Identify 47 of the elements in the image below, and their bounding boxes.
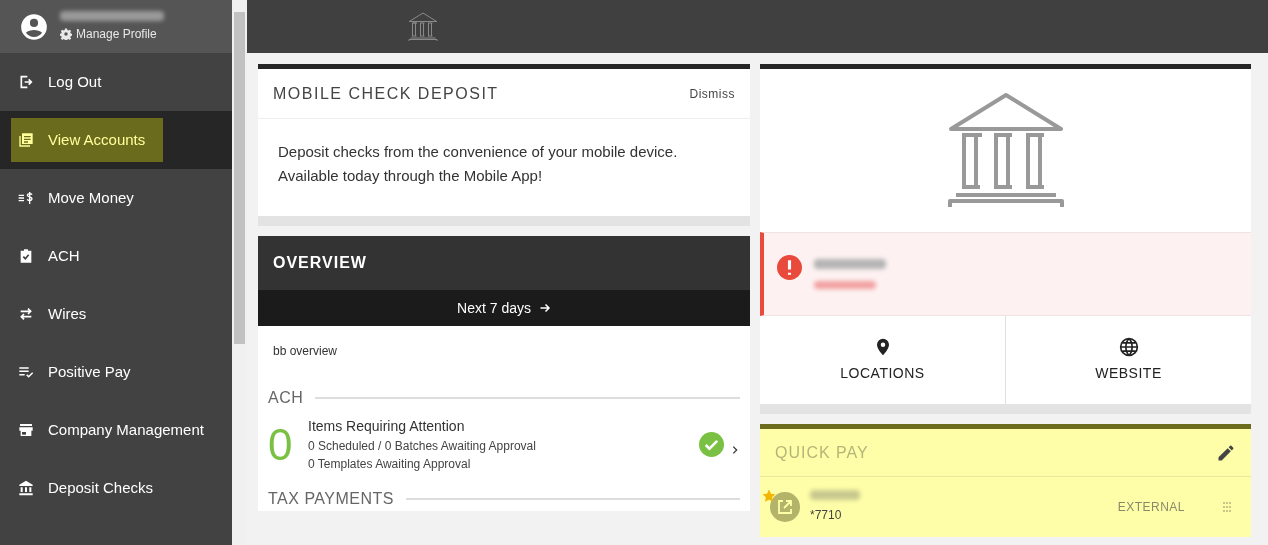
- bank-logo-icon: [407, 11, 439, 42]
- payee-account: *7710: [810, 507, 843, 524]
- attention-detail: 0 Scheduled / 0 Batches Awaiting Approval: [308, 438, 537, 455]
- quick-link[interactable]: WEBSITE: [1005, 316, 1251, 404]
- bank-icon: [18, 480, 34, 496]
- clipboard-check-icon: [18, 248, 34, 264]
- dismiss-button[interactable]: Dismiss: [689, 84, 735, 103]
- blurred-alert-title: [814, 259, 886, 269]
- quick-link[interactable]: LOCATIONS: [760, 316, 1005, 404]
- sidebar-item[interactable]: Wires: [18, 292, 87, 336]
- dollar-lines-icon: [18, 190, 34, 206]
- card-title: MOBILE CHECK DEPOSIT: [273, 83, 499, 104]
- sidebar-item[interactable]: Move Money: [18, 176, 134, 220]
- exclamation-circle-icon: [777, 254, 802, 280]
- quick-pay-title: QUICK PAY: [775, 442, 869, 463]
- card-body-text: Deposit checks from the convenience of your mobile device. Available today through the Mobile App!: [277, 142, 679, 186]
- logout-icon: [18, 74, 34, 90]
- sidebar-item[interactable]: Positive Pay: [18, 350, 131, 394]
- section-heading: TAX PAYMENTS: [268, 489, 394, 509]
- drag-handle-icon[interactable]: [1223, 502, 1231, 512]
- overview-title: OVERVIEW: [273, 253, 367, 273]
- payee-row[interactable]: *7710 EXTERNAL: [760, 477, 1251, 537]
- arrow-right-icon: [538, 302, 551, 314]
- sidebar-item[interactable]: Log Out: [18, 60, 102, 104]
- swap-arrows-icon: [18, 306, 34, 322]
- blurred-alert-subtitle: [814, 281, 876, 289]
- section-heading: ACH: [268, 388, 304, 408]
- user-avatar-icon: [20, 12, 48, 41]
- sidebar-item[interactable]: ACH: [18, 234, 80, 278]
- checklist-icon: [18, 364, 34, 380]
- settings-icon: [60, 27, 72, 40]
- attention-count: 0: [268, 422, 294, 467]
- overview-subtitle: bb overview: [272, 343, 339, 360]
- manage-profile-link[interactable]: Manage Profile: [60, 24, 164, 43]
- stacked-pages-icon: [18, 132, 34, 148]
- payee-type: EXTERNAL: [1117, 499, 1185, 516]
- date-range-button[interactable]: Next 7 days: [457, 297, 551, 319]
- sidebar-item[interactable]: Company Management: [18, 408, 204, 452]
- sidebar-item[interactable]: View Accounts: [11, 118, 164, 162]
- attention-detail: 0 Templates Awaiting Approval: [308, 456, 472, 473]
- external-link-icon: [770, 492, 800, 522]
- sidebar-item[interactable]: Deposit Checks: [18, 466, 154, 510]
- globe-icon: [1118, 336, 1139, 357]
- storefront-icon: [18, 422, 34, 438]
- chevron-right-icon[interactable]: [730, 444, 740, 455]
- blurred-payee-name: [810, 490, 860, 500]
- attention-headline: Items Requiring Attention: [308, 417, 466, 436]
